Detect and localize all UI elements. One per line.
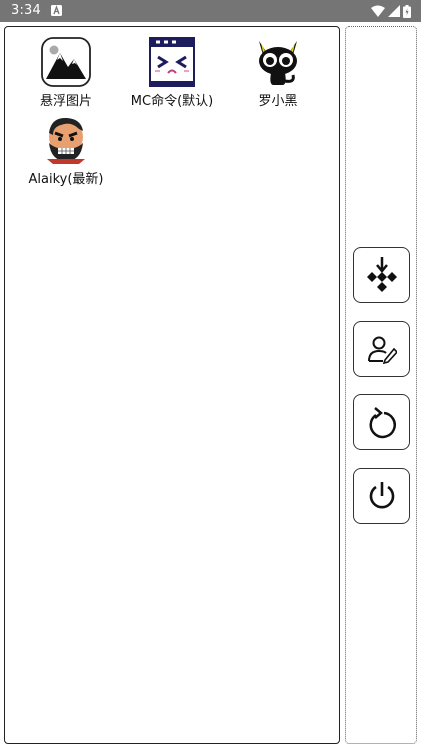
app-label: MC命令(默认) [130,94,214,109]
user-edit-icon [367,336,397,364]
angry-man-icon [47,117,85,164]
status-bar: 3:34 [0,0,421,22]
collapse-button[interactable] [353,247,410,303]
plugin-panel: 悬浮图片 MC命令(默认) 罗小黑 Alaiky(最新) [4,26,340,744]
app-alaiky[interactable]: Alaiky(最新) [16,115,116,187]
battery-icon [403,4,411,18]
image-icon [41,37,91,87]
app-luo-xiaohei[interactable]: 罗小黑 [228,37,328,109]
app-floating-image[interactable]: 悬浮图片 [16,37,116,109]
app-mc-command[interactable]: MC命令(默认) [122,37,222,109]
collapse-arrows-icon [366,257,397,292]
black-cat-icon [259,41,297,85]
app-label: 悬浮图片 [39,94,92,109]
app-label: Alaiky(最新) [28,172,104,187]
side-toolbar [345,26,417,744]
wifi-icon [371,5,385,17]
app-label: 罗小黑 [258,94,298,109]
refresh-button[interactable] [353,394,410,450]
signal-icon [388,5,400,17]
power-icon [369,482,394,509]
refresh-icon [368,407,396,439]
mc-face-icon [149,37,195,87]
user-edit-button[interactable] [353,321,410,377]
system-icons [371,4,411,18]
status-time: 3:34 [11,3,41,18]
power-button[interactable] [353,468,410,524]
notification-a-icon [51,5,62,16]
